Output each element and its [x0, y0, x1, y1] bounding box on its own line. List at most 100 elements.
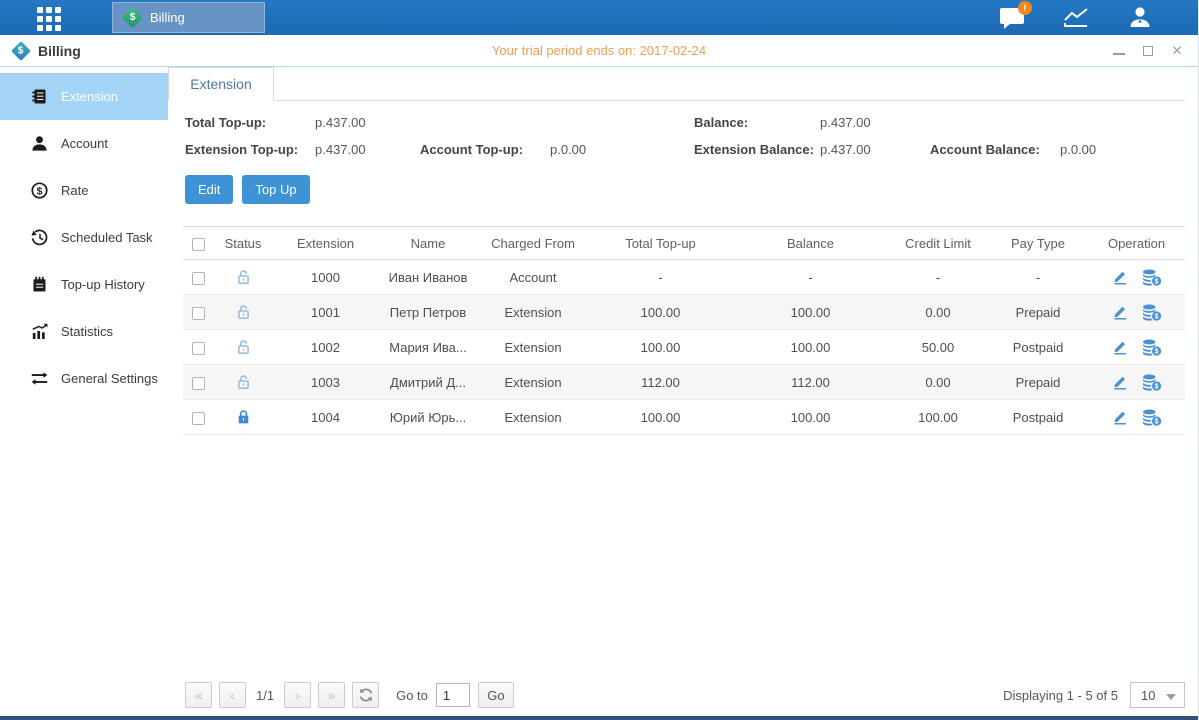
edit-row-icon[interactable] — [1112, 339, 1128, 355]
table-row: 1002Мария Ива...Extension100.00100.0050.… — [183, 330, 1185, 365]
account-balance-label: Account Balance: — [930, 142, 1060, 157]
notifications-icon[interactable]: ! — [998, 5, 1026, 31]
cell-name: Дмитрий Д... — [378, 365, 478, 400]
table-body: 1000Иван ИвановAccount----$1001Петр Петр… — [183, 260, 1185, 435]
column-header-total-top-up: Total Top-up — [588, 227, 733, 260]
cell-pay-type: Postpaid — [988, 400, 1088, 435]
edit-row-icon[interactable] — [1112, 409, 1128, 425]
row-checkbox[interactable] — [192, 272, 205, 285]
goto-page-input[interactable] — [436, 683, 470, 707]
cell-credit-limit: 0.00 — [888, 365, 988, 400]
sidebar-item-statistics[interactable]: Statistics — [0, 308, 168, 355]
edit-row-icon[interactable] — [1112, 374, 1128, 390]
tab-extension[interactable]: Extension — [168, 67, 274, 101]
extension-balance-value: p.437.00 — [820, 142, 930, 157]
column-header-pay-type: Pay Type — [988, 227, 1088, 260]
sidebar-item-general-settings[interactable]: General Settings — [0, 355, 168, 402]
app-menu-icon[interactable] — [37, 7, 61, 31]
row-checkbox[interactable] — [192, 412, 205, 425]
topup-history-icon — [30, 276, 48, 293]
sidebar-item-label: General Settings — [61, 371, 158, 386]
resource-monitor-icon[interactable] — [1062, 5, 1090, 31]
top-bar: $ Billing ! — [0, 0, 1198, 35]
page-size-select[interactable]: 10 — [1130, 682, 1185, 708]
topup-row-icon[interactable]: $ — [1142, 269, 1162, 286]
balance-label: Balance: — [694, 115, 820, 130]
row-checkbox[interactable] — [192, 342, 205, 355]
table-row: 1004Юрий Юрь...Extension100.00100.00100.… — [183, 400, 1185, 435]
sidebar-item-account[interactable]: Account — [0, 120, 168, 167]
taskbar-tab-label: Billing — [150, 10, 185, 25]
status-unlocked-icon — [236, 339, 251, 355]
account-balance-value: p.0.00 — [1060, 142, 1185, 157]
svg-text:$: $ — [1154, 348, 1158, 355]
svg-text:$: $ — [36, 185, 42, 197]
row-checkbox[interactable] — [192, 307, 205, 320]
svg-text:$: $ — [1154, 418, 1158, 425]
cell-balance: 112.00 — [733, 365, 888, 400]
last-page-button[interactable]: » — [318, 682, 345, 708]
cell-pay-type: Postpaid — [988, 330, 1088, 365]
sidebar-item-extension[interactable]: Extension — [0, 73, 168, 120]
column-header-charged-from: Charged From — [478, 227, 588, 260]
cell-extension: 1003 — [273, 365, 378, 400]
sidebar-item-label: Top-up History — [61, 277, 145, 292]
user-account-icon[interactable] — [1126, 5, 1154, 31]
balance-value: p.437.00 — [820, 115, 930, 130]
edit-row-icon[interactable] — [1112, 304, 1128, 320]
go-button[interactable]: Go — [478, 682, 514, 708]
minimize-button[interactable] — [1112, 44, 1126, 58]
topup-row-icon[interactable]: $ — [1142, 409, 1162, 426]
column-header-status: Status — [213, 227, 273, 260]
pagination-bar: « ‹ 1/1 › » Go to Go Displaying 1 - 5 of… — [185, 682, 1185, 708]
first-page-button[interactable]: « — [185, 682, 212, 708]
cell-balance: - — [733, 260, 888, 295]
row-checkbox[interactable] — [192, 377, 205, 390]
extensions-table: StatusExtensionNameCharged FromTotal Top… — [183, 226, 1185, 435]
refresh-button[interactable] — [352, 682, 379, 708]
edit-row-icon[interactable] — [1112, 269, 1128, 285]
window-title: $ Billing — [0, 43, 81, 59]
title-bar: $ Billing Your trial period ends on: 201… — [0, 35, 1198, 67]
extension-topup-label: Extension Top-up: — [185, 142, 315, 157]
cell-charged-from: Extension — [478, 295, 588, 330]
table-row: 1003Дмитрий Д...Extension112.00112.000.0… — [183, 365, 1185, 400]
column-header-operation: Operation — [1088, 227, 1185, 260]
maximize-button[interactable] — [1141, 44, 1155, 58]
svg-text:$: $ — [1154, 313, 1158, 320]
status-locked-icon — [236, 409, 251, 425]
cell-total-top-up: 100.00 — [588, 400, 733, 435]
select-all-checkbox[interactable] — [192, 238, 205, 251]
close-button[interactable]: ✕ — [1170, 44, 1184, 58]
next-page-button[interactable]: › — [284, 682, 311, 708]
cell-charged-from: Extension — [478, 400, 588, 435]
topup-row-icon[interactable]: $ — [1142, 339, 1162, 356]
billing-app-icon: $ — [122, 7, 143, 28]
top-up-button[interactable]: Top Up — [242, 175, 309, 204]
column-header-extension: Extension — [273, 227, 378, 260]
topup-row-icon[interactable]: $ — [1142, 374, 1162, 391]
sidebar-item-scheduled-task[interactable]: Scheduled Task — [0, 214, 168, 261]
rate-icon: $ — [30, 182, 48, 199]
column-header-balance: Balance — [733, 227, 888, 260]
status-unlocked-icon — [236, 374, 251, 390]
tab-strip: Extension — [168, 67, 1185, 101]
cell-total-top-up: 100.00 — [588, 295, 733, 330]
cell-pay-type: - — [988, 260, 1088, 295]
sidebar-item-top-up-history[interactable]: Top-up History — [0, 261, 168, 308]
content-area: Extension Total Top-up: p.437.00 Balance… — [168, 67, 1199, 716]
sidebar-item-label: Scheduled Task — [61, 230, 153, 245]
billing-summary: Total Top-up: p.437.00 Balance: p.437.00… — [168, 101, 1199, 157]
taskbar-tab-billing[interactable]: $ Billing — [112, 2, 265, 33]
prev-page-button[interactable]: ‹ — [219, 682, 246, 708]
sidebar-item-label: Rate — [61, 183, 88, 198]
sidebar-item-rate[interactable]: $ Rate — [0, 167, 168, 214]
topup-row-icon[interactable]: $ — [1142, 304, 1162, 321]
extension-icon — [30, 88, 48, 105]
edit-button[interactable]: Edit — [185, 175, 233, 204]
window-bottom-edge — [0, 716, 1198, 720]
cell-charged-from: Account — [478, 260, 588, 295]
sidebar-item-label: Account — [61, 136, 108, 151]
sidebar-item-label: Statistics — [61, 324, 113, 339]
table-header-row: StatusExtensionNameCharged FromTotal Top… — [183, 227, 1185, 260]
